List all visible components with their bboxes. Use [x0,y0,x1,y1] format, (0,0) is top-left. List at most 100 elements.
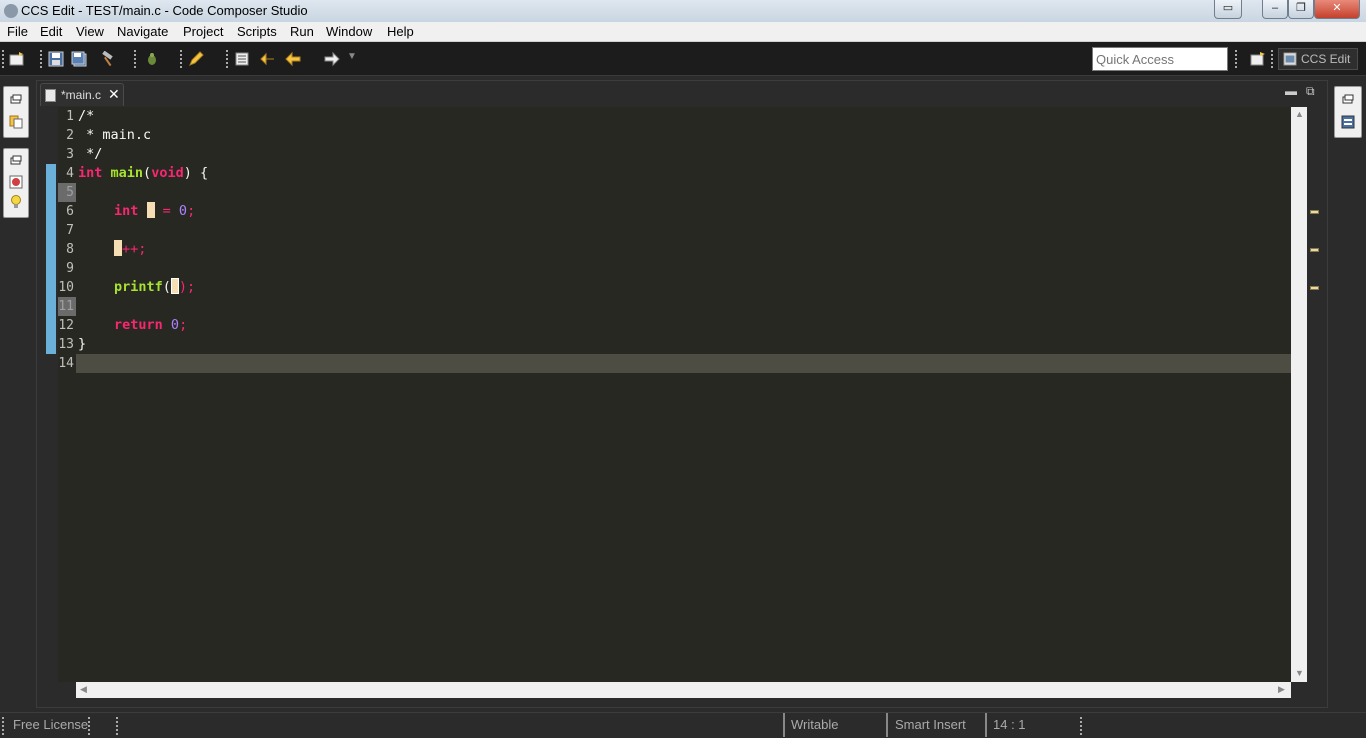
menu-navigate[interactable]: Navigate [117,24,168,39]
toolbar-separator [1235,50,1237,68]
app-icon [4,4,18,18]
line-number: 12 [58,318,74,333]
line-number: 6 [66,204,74,219]
line-number: 9 [66,261,74,276]
scroll-up-icon[interactable]: ▲ [1295,109,1304,119]
main-toolbar: ▼ CCS Edit [0,42,1366,76]
menu-view[interactable]: View [76,24,104,39]
pencil-icon[interactable] [188,51,204,67]
right-trim-bar [1330,78,1366,714]
status-separator [2,717,4,735]
advice-lightbulb-icon[interactable] [9,195,23,209]
tab-main-c[interactable]: *main.c ✕ [40,83,124,106]
tab-label: *main.c [61,88,102,102]
number-literal: 0 [170,317,180,333]
code-line-1: /* [78,108,95,124]
build-hammer-icon[interactable] [98,51,114,67]
left-trim-stack-1 [3,86,29,138]
scroll-left-icon[interactable]: ◀ [80,684,87,695]
code-line-2: * main.c [78,127,152,143]
last-edit-icon[interactable] [260,51,276,67]
menu-help[interactable]: Help [387,24,414,39]
template-placeholder-active[interactable] [170,278,179,294]
scroll-right-icon[interactable]: ▶ [1278,684,1285,695]
outline-icon[interactable] [1341,115,1355,129]
minimize-editor-icon[interactable]: ▬ [1285,84,1297,98]
license-status[interactable]: Free License [13,717,88,732]
line-number: 1 [66,109,74,124]
window-title: CCS Edit - TEST/main.c - Code Composer S… [21,3,308,18]
new-file-icon[interactable] [9,51,25,67]
project-explorer-icon[interactable] [9,115,23,129]
overview-ruler-marker[interactable] [1310,248,1319,252]
vertical-scrollbar[interactable]: ▲ ▼ [1291,107,1307,682]
maximize-button[interactable]: ❐ [1288,0,1314,19]
scroll-down-icon[interactable]: ▼ [1295,668,1304,678]
line-number: 10 [58,280,74,295]
punct: ); [178,279,196,295]
c-file-icon [45,89,56,102]
right-trim-stack [1334,86,1362,138]
keyword: int [114,203,139,219]
code-line-12: return 0; [114,316,187,335]
menu-file[interactable]: File [7,24,28,39]
title-bar: CCS Edit - TEST/main.c - Code Composer S… [0,0,1366,22]
minimize-button[interactable]: – [1262,0,1288,19]
menu-scripts[interactable]: Scripts [237,24,277,39]
template-placeholder[interactable] [146,202,155,218]
save-all-icon[interactable] [71,51,87,67]
left-trim-bar [0,78,34,714]
status-separator [886,713,888,737]
semicolon: ; [179,317,188,333]
current-line-highlight [76,354,1291,373]
function-name: printf [114,279,163,295]
toolbar-separator [226,50,228,68]
menu-run[interactable]: Run [290,24,314,39]
debug-bug-icon[interactable] [144,51,160,67]
function-name: main [110,165,144,181]
line-number: 11 [58,297,76,316]
perspective-ccs-edit[interactable]: CCS Edit [1278,48,1358,70]
insert-mode-status: Smart Insert [895,717,966,732]
writable-status: Writable [791,717,839,732]
forward-dropdown-icon[interactable]: ▼ [347,51,357,62]
status-separator [985,713,987,737]
line-number: 5 [58,183,76,202]
menu-window[interactable]: Window [326,24,372,39]
line-number: 14 [58,356,74,371]
close-button[interactable]: ✕ [1314,0,1360,19]
toggle-view-icon[interactable] [234,51,250,67]
problems-icon[interactable] [9,175,23,189]
open-perspective-icon[interactable] [1250,51,1266,67]
code-line-4: int main(void) { [78,164,208,183]
restore-view-icon[interactable] [1341,93,1355,107]
keyword: void [151,165,184,181]
quick-access-input[interactable] [1092,47,1228,71]
toolbar-separator [180,50,182,68]
maximize-editor-icon[interactable]: ⧉ [1306,84,1315,99]
perspective-label: CCS Edit [1301,52,1351,66]
line-number: 7 [66,223,74,238]
code-line-13: } [78,336,87,352]
restore-icon[interactable]: ▭ [1214,0,1242,19]
restore-view-icon[interactable] [9,154,23,168]
close-tab-icon[interactable]: ✕ [108,86,120,103]
toolbar-separator [2,50,4,68]
overview-ruler-marker[interactable] [1310,286,1319,290]
menu-edit[interactable]: Edit [40,24,62,39]
code-editor[interactable] [76,107,1291,682]
save-icon[interactable] [48,51,64,67]
left-trim-stack-2 [3,148,29,218]
overview-ruler-marker[interactable] [1310,210,1319,214]
toolbar-separator [40,50,42,68]
keyword: return [114,317,163,333]
back-arrow-icon[interactable] [285,51,301,67]
menu-project[interactable]: Project [183,24,223,39]
line-number: 13 [58,337,74,352]
template-placeholder[interactable] [114,240,122,256]
forward-arrow-icon[interactable] [324,51,340,67]
code-line-6: int = 0; [114,202,195,221]
horizontal-scrollbar[interactable]: ◀ ▶ [76,682,1291,698]
restore-view-icon[interactable] [9,93,23,107]
status-separator [783,713,785,737]
